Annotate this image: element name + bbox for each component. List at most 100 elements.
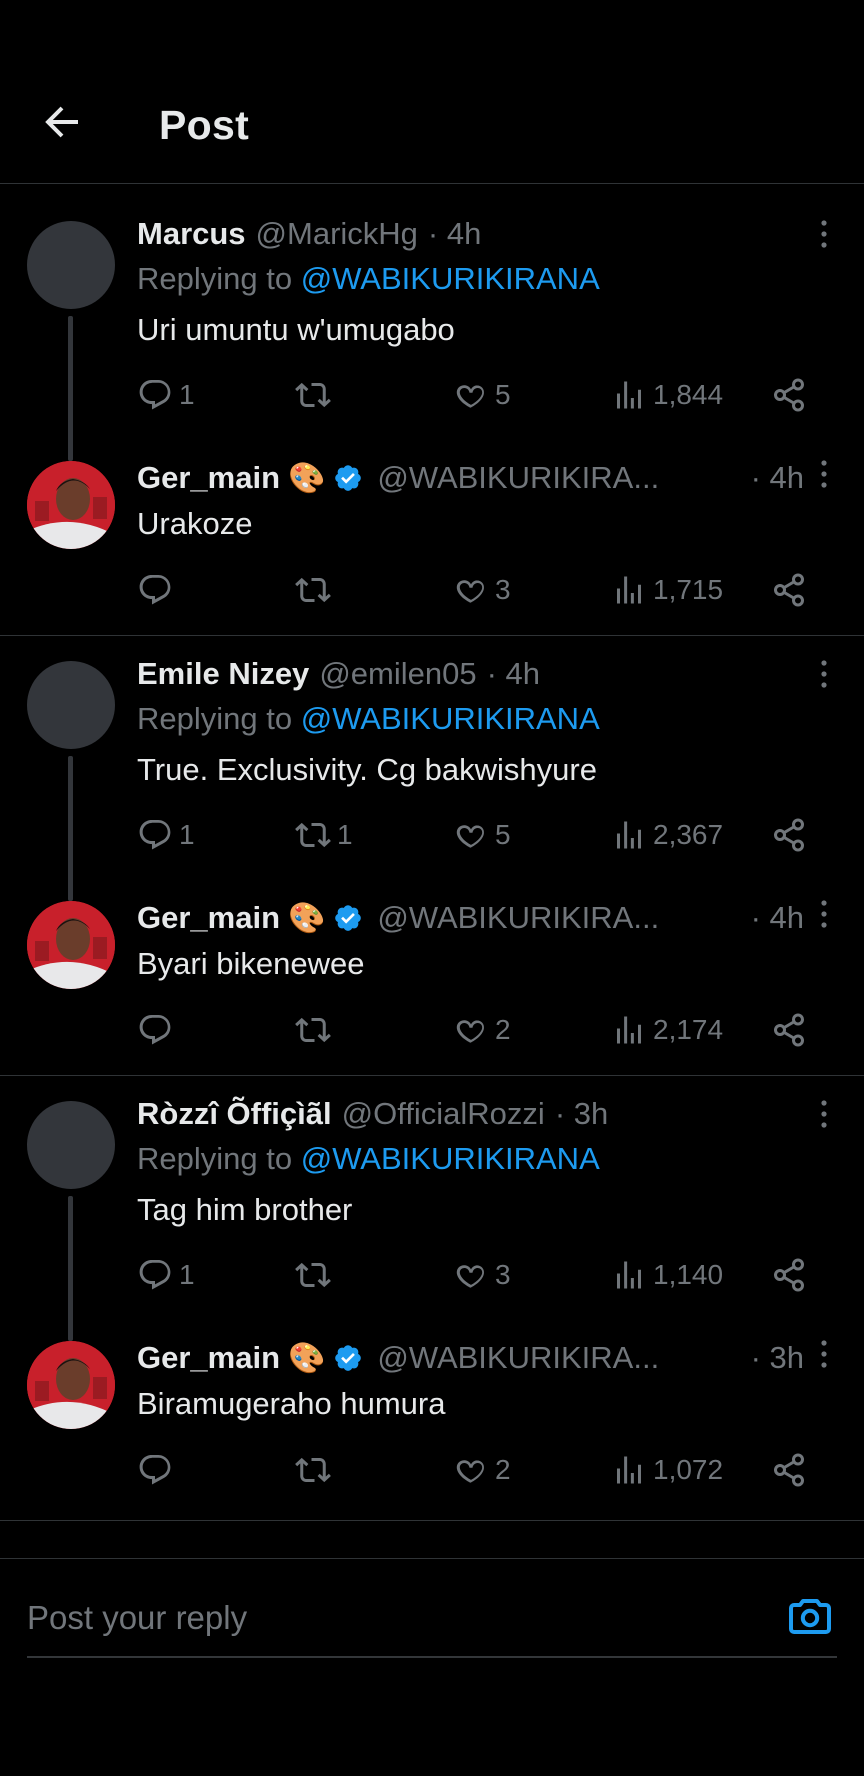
repost-button[interactable] <box>295 1255 337 1295</box>
view-count: 1,844 <box>653 379 724 410</box>
author-name[interactable]: Ger_main <box>137 900 280 936</box>
reply-button[interactable]: 1 <box>137 1255 195 1295</box>
views-icon <box>617 1016 641 1044</box>
reply-button[interactable] <box>137 1450 179 1490</box>
views-icon <box>617 576 641 604</box>
repost-button[interactable] <box>295 1010 337 1050</box>
avatar[interactable] <box>27 661 115 749</box>
replying-label: Replying to <box>137 1141 293 1176</box>
more-vertical-icon[interactable] <box>818 458 830 490</box>
author-handle[interactable]: @MarickHg <box>256 216 418 252</box>
views-button[interactable]: 1,715 <box>611 570 723 610</box>
repost-icon <box>295 822 331 848</box>
author-name[interactable]: Marcus <box>137 216 246 252</box>
views-button[interactable]: 2,367 <box>611 815 723 855</box>
more-vertical-icon[interactable] <box>818 1098 830 1130</box>
views-button[interactable]: 1,140 <box>611 1255 723 1295</box>
view-count: 1,715 <box>653 574 724 605</box>
like-button[interactable]: 3 <box>453 570 511 610</box>
heart-icon <box>456 580 484 603</box>
like-count: 2 <box>495 1014 511 1045</box>
mention-link[interactable]: @WABIKURIKIRANA <box>301 701 600 736</box>
more-vertical-icon[interactable] <box>818 218 830 250</box>
camera-icon[interactable] <box>786 1592 834 1640</box>
view-count: 2,367 <box>653 819 724 850</box>
reply-thread: Marcus @MarickHg · 4h Replying to @WABIK… <box>0 196 864 1521</box>
composer-divider <box>0 1558 864 1559</box>
avatar[interactable] <box>27 901 115 989</box>
reply-icon <box>139 1455 171 1485</box>
reply-group: Ròzzî Õffiçìãl @OfficialRozzi · 3h Reply… <box>0 1076 864 1521</box>
back-arrow-icon[interactable] <box>38 98 86 146</box>
like-button[interactable]: 2 <box>453 1450 511 1490</box>
repost-button[interactable] <box>295 570 337 610</box>
reply-button[interactable] <box>137 570 179 610</box>
more-vertical-icon[interactable] <box>818 658 830 690</box>
heart-icon <box>456 1265 484 1288</box>
author-name[interactable]: Ger_main <box>137 1340 280 1376</box>
views-button[interactable]: 1,072 <box>611 1450 723 1490</box>
reply-icon <box>139 1015 171 1045</box>
reply-input[interactable]: Post your reply <box>27 1592 667 1644</box>
post-text: Uri umuntu w'umugabo <box>137 312 455 347</box>
author-emoji: 🎨 <box>288 901 326 935</box>
like-button[interactable]: 5 <box>453 375 511 415</box>
share-button[interactable] <box>771 1450 807 1490</box>
author-handle[interactable]: @WABIKURIKIRA... <box>377 1340 659 1376</box>
more-vertical-icon[interactable] <box>818 898 830 930</box>
views-button[interactable]: 1,844 <box>611 375 723 415</box>
share-button[interactable] <box>771 1010 807 1050</box>
like-count: 5 <box>495 379 511 410</box>
avatar[interactable] <box>27 221 115 309</box>
like-button[interactable]: 3 <box>453 1255 511 1295</box>
replying-label: Replying to <box>137 701 293 736</box>
thread-connector <box>68 756 73 901</box>
action-bar: 2 2,174 <box>137 1010 817 1050</box>
like-button[interactable]: 5 <box>453 815 511 855</box>
avatar[interactable] <box>27 1341 115 1429</box>
repost-button[interactable]: 1 <box>295 815 353 855</box>
author-name[interactable]: Emile Nizey <box>137 656 309 692</box>
post-time: · 3h <box>554 1096 609 1131</box>
author-name[interactable]: Ger_main <box>137 460 280 496</box>
author-handle[interactable]: @emilen05 <box>319 656 476 692</box>
repost-button[interactable] <box>295 1450 337 1490</box>
reply-button[interactable]: 1 <box>137 375 195 415</box>
share-button[interactable] <box>771 1255 807 1295</box>
share-button[interactable] <box>771 375 807 415</box>
action-bar: 1 3 1,140 <box>137 1255 817 1295</box>
repost-count: 1 <box>337 819 353 850</box>
like-button[interactable]: 2 <box>453 1010 511 1050</box>
repost-icon <box>295 1457 331 1483</box>
views-button[interactable]: 2,174 <box>611 1010 723 1050</box>
reply-icon <box>139 380 171 410</box>
views-icon <box>617 1261 641 1289</box>
more-vertical-icon[interactable] <box>818 1338 830 1370</box>
top-bar: Post <box>0 0 864 184</box>
views-icon <box>617 821 641 849</box>
reply-icon <box>139 575 171 605</box>
share-button[interactable] <box>771 570 807 610</box>
author-handle[interactable]: @OfficialRozzi <box>342 1096 545 1132</box>
mention-link[interactable]: @WABIKURIKIRANA <box>301 261 600 296</box>
author-handle[interactable]: @WABIKURIKIRA... <box>377 460 659 496</box>
post-text: Tag him brother <box>137 1192 353 1227</box>
reply-button[interactable]: 1 <box>137 815 195 855</box>
views-icon <box>617 1456 641 1484</box>
reply-button[interactable] <box>137 1010 179 1050</box>
share-button[interactable] <box>771 815 807 855</box>
reply-count: 1 <box>179 1259 195 1290</box>
avatar[interactable] <box>27 461 115 549</box>
reply-count: 1 <box>179 819 195 850</box>
mention-link[interactable]: @WABIKURIKIRANA <box>301 1141 600 1176</box>
heart-icon <box>456 385 484 408</box>
author-name[interactable]: Ròzzî Õffiçìãl <box>137 1096 332 1132</box>
repost-button[interactable] <box>295 375 337 415</box>
avatar[interactable] <box>27 1101 115 1189</box>
verified-badge-icon <box>335 905 362 931</box>
heart-icon <box>456 1460 484 1483</box>
reply-group: Emile Nizey @emilen05 · 4h Replying to @… <box>0 636 864 1076</box>
share-icon <box>774 818 804 852</box>
action-bar: 3 1,715 <box>137 570 817 610</box>
author-handle[interactable]: @WABIKURIKIRA... <box>377 900 659 936</box>
